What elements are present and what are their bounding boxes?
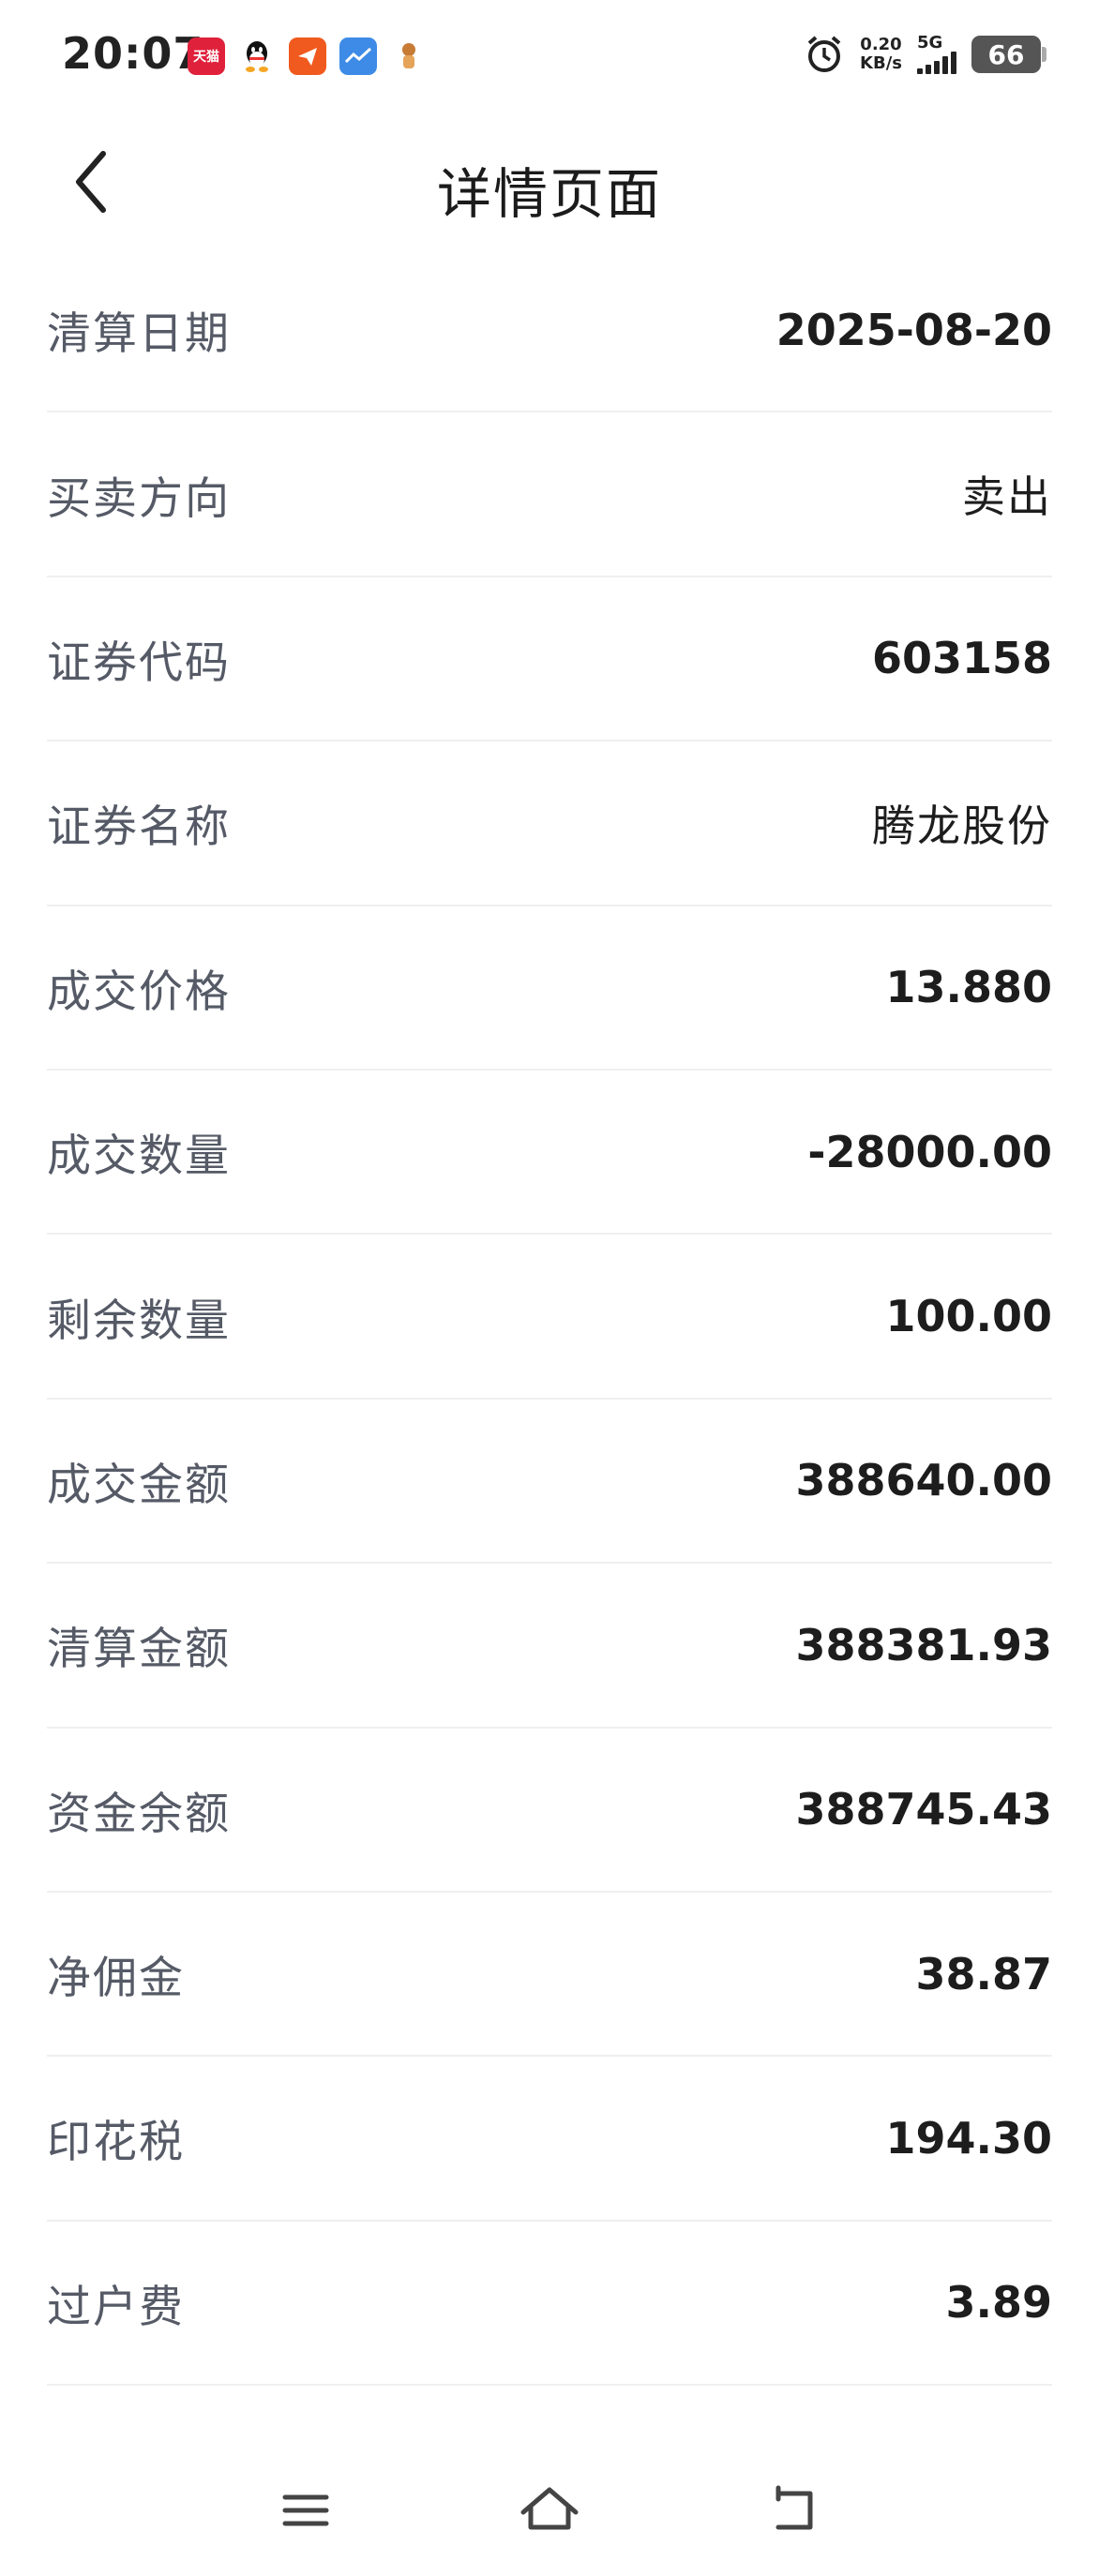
- nav-home-button[interactable]: [512, 2473, 587, 2548]
- page-header: 详情页面: [0, 112, 1099, 253]
- network-speed: 0.20 KB/s: [860, 36, 902, 73]
- tmall-icon: 天猫: [188, 37, 225, 75]
- row-value: -28000.00: [807, 1126, 1052, 1177]
- detail-row-transfer-fee: 过户费 3.89: [47, 2222, 1053, 2387]
- row-value: 13.880: [885, 962, 1052, 1013]
- detail-row-remaining: 剩余数量 100.00: [47, 1235, 1052, 1400]
- notification-icons: 天猫: [188, 37, 428, 75]
- send-icon: [289, 37, 326, 75]
- detail-row-commission: 净佣金 38.87: [47, 1893, 1052, 2058]
- row-label: 印花税: [47, 2117, 185, 2169]
- alarm-icon: [804, 34, 845, 75]
- row-label: 净佣金: [47, 1953, 185, 2005]
- network-speed-unit: KB/s: [860, 53, 902, 73]
- row-value: 100.00: [885, 1291, 1052, 1342]
- row-value: 388640.00: [795, 1455, 1052, 1506]
- nav-back-button[interactable]: [756, 2473, 831, 2548]
- row-label: 清算金额: [47, 1624, 231, 1676]
- detail-page: 20:07 天猫 0.20 KB/s 5G 66 详情页面 清算日期 2025-…: [0, 0, 1099, 2576]
- row-label: 成交数量: [47, 1131, 231, 1183]
- chart-app-icon: [339, 37, 377, 75]
- battery-icon: 66: [971, 36, 1046, 73]
- row-label: 过户费: [47, 2281, 185, 2333]
- status-bar: 20:07 天猫 0.20 KB/s 5G 66: [0, 0, 1099, 112]
- detail-row-price: 成交价格 13.880: [47, 906, 1052, 1071]
- misc-app-icon: [390, 37, 428, 75]
- row-value: 2025-08-20: [775, 304, 1052, 355]
- row-value: 腾龙股份: [872, 800, 1052, 851]
- home-icon: [520, 2487, 579, 2530]
- system-nav-bar: [0, 2445, 1099, 2576]
- status-indicators: 0.20 KB/s 5G 66: [804, 34, 1046, 75]
- row-value: 388381.93: [795, 1619, 1052, 1670]
- detail-row-security-name: 证券名称 腾龙股份: [47, 741, 1052, 906]
- row-label: 证券代码: [47, 637, 231, 689]
- status-time: 20:07: [62, 28, 204, 79]
- page-title: 详情页面: [436, 162, 662, 226]
- network-speed-value: 0.20: [860, 35, 902, 54]
- detail-row-balance: 资金余额 388745.43: [47, 1729, 1052, 1893]
- row-label: 成交价格: [47, 966, 231, 1018]
- row-value: 卖出: [962, 472, 1052, 523]
- signal-bars-icon: [917, 52, 956, 74]
- row-label: 资金余额: [47, 1788, 231, 1840]
- detail-row-amount: 成交金额 388640.00: [47, 1400, 1052, 1565]
- row-value: 194.30: [885, 2112, 1052, 2164]
- menu-icon: [282, 2494, 329, 2526]
- detail-row-stamp-tax: 印花税 194.30: [47, 2057, 1052, 2222]
- detail-list: 清算日期 2025-08-20 买卖方向 卖出 证券代码 603158 证券名称…: [47, 248, 1053, 2387]
- nav-menu-button[interactable]: [268, 2473, 343, 2548]
- detail-row-security-code: 证券代码 603158: [47, 577, 1052, 742]
- row-value: 3.89: [945, 2277, 1053, 2329]
- back-arrow-icon: [775, 2485, 813, 2530]
- row-label: 证券名称: [47, 801, 231, 854]
- row-label: 买卖方向: [47, 472, 231, 525]
- row-label: 清算日期: [47, 308, 231, 361]
- detail-row-settle-date: 清算日期 2025-08-20: [47, 248, 1052, 413]
- row-value: 388745.43: [795, 1784, 1052, 1835]
- row-label: 成交金额: [47, 1459, 231, 1511]
- signal-indicator: 5G: [917, 35, 956, 74]
- network-type: 5G: [917, 33, 943, 52]
- detail-row-quantity: 成交数量 -28000.00: [47, 1071, 1052, 1236]
- row-value: 38.87: [915, 1948, 1052, 1999]
- detail-row-settle-amount: 清算金额 388381.93: [47, 1564, 1052, 1729]
- detail-row-direction: 买卖方向 卖出: [47, 412, 1052, 577]
- row-label: 剩余数量: [47, 1295, 231, 1347]
- row-value: 603158: [871, 633, 1052, 684]
- qq-icon: [238, 37, 276, 75]
